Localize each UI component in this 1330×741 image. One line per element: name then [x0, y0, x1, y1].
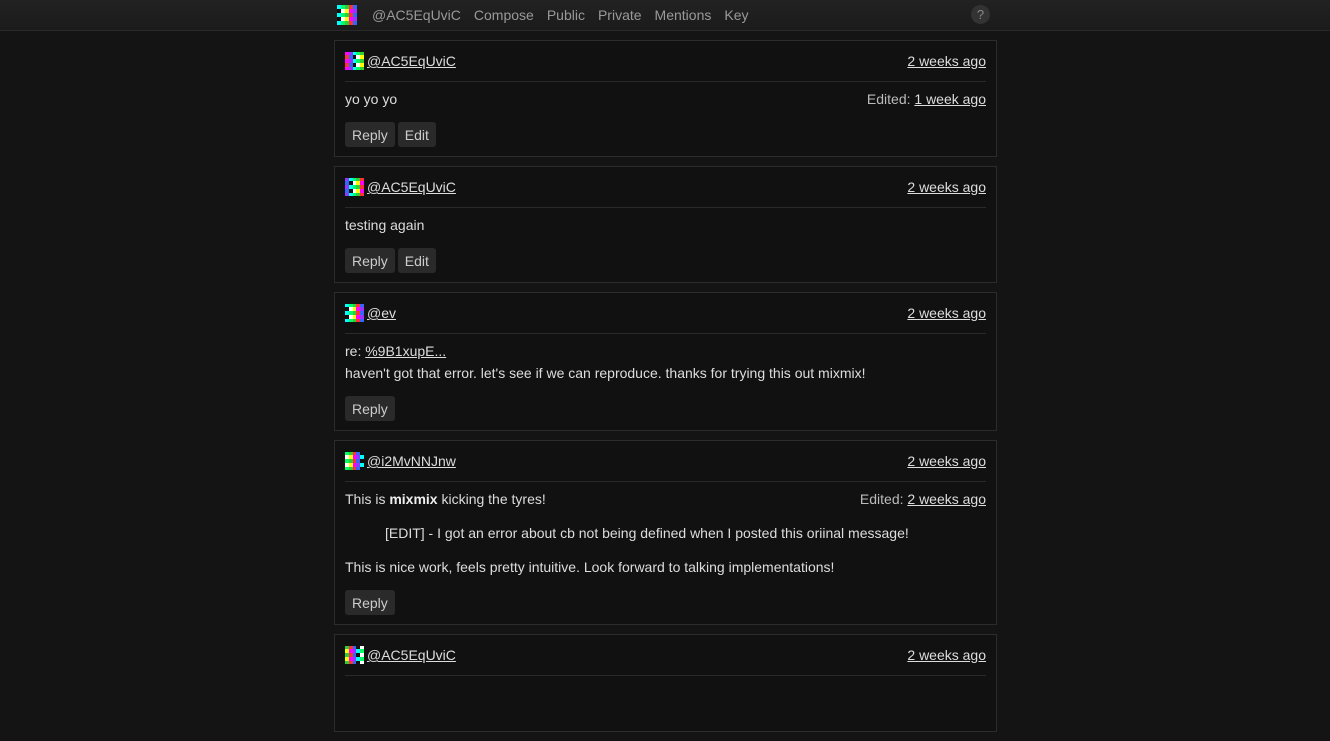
message-header: @AC5EqUviC 2 weeks ago [345, 167, 986, 208]
message-text: This is nice work, feels pretty intuitiv… [345, 559, 835, 575]
nav-compose-link[interactable]: Compose [474, 7, 534, 23]
avatar[interactable] [345, 451, 364, 471]
reply-button[interactable]: Reply [345, 122, 395, 147]
nav-key-link[interactable]: Key [724, 7, 748, 23]
message-body [345, 676, 986, 722]
message-body: Edited: 2 weeks ago This is mixmix kicki… [345, 482, 986, 578]
message-card: @i2MvNNJnw 2 weeks ago Edited: 2 weeks a… [334, 440, 997, 625]
bold-text: mixmix [389, 491, 438, 507]
edited-note: Edited: 1 week ago [867, 88, 986, 110]
message-card: @ev 2 weeks ago re: %9B1xupE... haven't … [334, 292, 997, 431]
app-logo-icon[interactable] [337, 5, 357, 25]
author-link[interactable]: @ev [367, 305, 396, 321]
text-segment: This is [345, 491, 390, 507]
nav-mentions-link[interactable]: Mentions [655, 7, 712, 23]
re-label: re: [345, 343, 362, 359]
message-header: @i2MvNNJnw 2 weeks ago [345, 441, 986, 482]
reply-button[interactable]: Reply [345, 248, 395, 273]
top-navigation-bar: @AC5EqUviC Compose Public Private Mentio… [0, 0, 1330, 31]
message-body: testing again [345, 208, 986, 236]
message-actions: Reply [345, 590, 986, 615]
message-text: testing again [345, 217, 425, 233]
nav-profile-link[interactable]: @AC5EqUviC [372, 7, 461, 23]
help-button[interactable]: ? [971, 5, 990, 24]
timestamp-link[interactable]: 2 weeks ago [907, 647, 986, 663]
message-actions: Reply Edit [345, 122, 986, 147]
timestamp-link[interactable]: 2 weeks ago [907, 453, 986, 469]
message-feed: @AC5EqUviC 2 weeks ago Edited: 1 week ag… [334, 40, 997, 741]
message-actions: Reply [345, 396, 986, 421]
message-header: @AC5EqUviC 2 weeks ago [345, 41, 986, 82]
text-segment: kicking the tyres! [437, 491, 546, 507]
edited-label: Edited: [866, 91, 911, 107]
nav-public-link[interactable]: Public [547, 7, 585, 23]
edited-time-link[interactable]: 2 weeks ago [907, 491, 986, 507]
author-link[interactable]: @i2MvNNJnw [367, 453, 456, 469]
author-link[interactable]: @AC5EqUviC [367, 647, 456, 663]
message-actions: Reply Edit [345, 248, 986, 273]
avatar[interactable] [345, 177, 364, 197]
message-body: Edited: 1 week ago yo yo yo [345, 82, 986, 110]
quoted-text: [EDIT] - I got an error about cb not bei… [385, 525, 909, 541]
message-card: @AC5EqUviC 2 weeks ago testing again Rep… [334, 166, 997, 283]
edit-button[interactable]: Edit [397, 248, 436, 273]
timestamp-link[interactable]: 2 weeks ago [907, 179, 986, 195]
reply-button[interactable]: Reply [345, 590, 395, 615]
message-body: re: %9B1xupE... haven't got that error. … [345, 334, 986, 384]
edited-note: Edited: 2 weeks ago [860, 488, 986, 510]
message-header: @ev 2 weeks ago [345, 293, 986, 334]
avatar[interactable] [345, 303, 364, 323]
message-card: @AC5EqUviC 2 weeks ago [334, 634, 997, 732]
avatar[interactable] [345, 51, 364, 71]
message-header: @AC5EqUviC 2 weeks ago [345, 635, 986, 676]
avatar[interactable] [345, 645, 364, 665]
timestamp-link[interactable]: 2 weeks ago [907, 305, 986, 321]
edited-time-link[interactable]: 1 week ago [914, 91, 986, 107]
edited-label: Edited: [859, 491, 904, 507]
timestamp-link[interactable]: 2 weeks ago [907, 53, 986, 69]
message-card: @AC5EqUviC 2 weeks ago Edited: 1 week ag… [334, 40, 997, 157]
reply-reference: re: %9B1xupE... [345, 340, 986, 362]
re-message-link[interactable]: %9B1xupE... [365, 343, 446, 359]
nav-private-link[interactable]: Private [598, 7, 642, 23]
message-text: haven't got that error. let's see if we … [345, 365, 866, 381]
reply-button[interactable]: Reply [345, 396, 395, 421]
edit-button[interactable]: Edit [397, 122, 436, 147]
author-link[interactable]: @AC5EqUviC [367, 53, 456, 69]
author-link[interactable]: @AC5EqUviC [367, 179, 456, 195]
